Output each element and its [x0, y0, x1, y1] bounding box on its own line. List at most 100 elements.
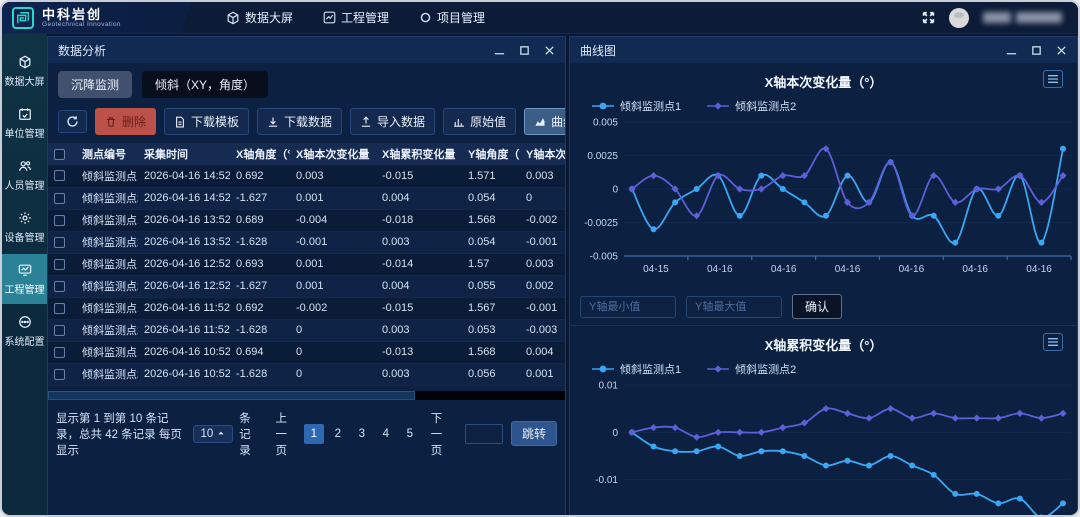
table-row[interactable]: 倾斜监测点12026-04-16 14:52:080.6920.003-0.01…: [48, 165, 565, 187]
page-button-5[interactable]: 5: [400, 424, 420, 444]
line-chart-x-accum[interactable]: 0.010-0.01-0.02: [578, 377, 1078, 517]
legend-item[interactable]: 倾斜监测点2: [707, 361, 796, 377]
chart-legend: 倾斜监测点1 倾斜监测点2: [578, 357, 1069, 377]
nav-item-2[interactable]: 项目管理: [407, 5, 497, 30]
refresh-icon: [66, 115, 79, 128]
select-all-checkbox[interactable]: [54, 149, 65, 160]
data-table: 测点编号采集时间X轴角度（°）X轴本次变化量（°）X轴累积变化量（°）Y轴角度（…: [48, 143, 565, 386]
svg-text:0.005: 0.005: [593, 118, 618, 129]
page-button-2[interactable]: 2: [328, 424, 348, 444]
page-button-3[interactable]: 3: [352, 424, 372, 444]
minimize-icon[interactable]: [1006, 45, 1017, 56]
y-max-input[interactable]: [686, 296, 782, 318]
svg-text:04-16: 04-16: [1026, 264, 1052, 275]
sidebar-item-3[interactable]: 设备管理: [2, 202, 47, 252]
svg-text:-0.0025: -0.0025: [584, 218, 618, 229]
next-page-button[interactable]: 下一页: [426, 424, 453, 444]
jump-page-input[interactable]: [465, 424, 503, 444]
bars-icon: [453, 116, 465, 128]
sidebar-item-1[interactable]: 单位管理: [2, 98, 47, 148]
calendar-icon: [18, 107, 32, 121]
row-checkbox[interactable]: [54, 193, 65, 204]
table-row[interactable]: 倾斜监测点12026-04-16 12:52:080.6930.001-0.01…: [48, 253, 565, 275]
tab-0[interactable]: 沉降监测: [58, 71, 132, 98]
svg-text:-0.005: -0.005: [590, 252, 619, 263]
table-row[interactable]: 倾斜监测点22026-04-16 10:52:08-1.62800.0030.0…: [48, 363, 565, 385]
page-button-4[interactable]: 4: [376, 424, 396, 444]
sidebar-item-4[interactable]: 工程管理: [2, 254, 47, 304]
tab-1[interactable]: 倾斜（XY，角度）: [142, 71, 268, 98]
hamburger-icon[interactable]: [1043, 333, 1063, 351]
row-checkbox[interactable]: [54, 215, 65, 226]
delete-button[interactable]: 删除: [95, 108, 156, 135]
chart-block-x-accum: X轴累积变化量（°） 倾斜监测点1倾斜监测点2 0.010-0.01-0.02: [570, 326, 1077, 517]
table-row[interactable]: 倾斜监测点22026-04-16 13:52:08-1.628-0.0010.0…: [48, 231, 565, 253]
row-checkbox[interactable]: [54, 237, 65, 248]
svg-text:04-16: 04-16: [835, 264, 861, 275]
monitor-tabs: 沉降监测倾斜（XY，角度）: [48, 63, 565, 104]
row-checkbox[interactable]: [54, 259, 65, 270]
table-row[interactable]: 倾斜监测点22026-04-16 11:52:08-1.62800.0030.0…: [48, 319, 565, 341]
line-chart-x-change[interactable]: 0.0050.00250-0.0025-0.00504-1504-1604-16…: [578, 114, 1078, 282]
analysis-panel-title: 数据分析: [58, 42, 106, 59]
cube-icon: [226, 11, 240, 25]
legend-item[interactable]: 倾斜监测点1: [592, 98, 681, 114]
curve-chart-button[interactable]: 曲线图: [524, 108, 566, 135]
row-checkbox[interactable]: [54, 347, 65, 358]
refresh-button[interactable]: [58, 110, 87, 133]
gear-icon: [18, 211, 32, 225]
row-checkbox[interactable]: [54, 281, 65, 292]
avatar[interactable]: [949, 8, 969, 28]
sidebar-item-2[interactable]: 人员管理: [2, 150, 47, 200]
hamburger-icon[interactable]: [1043, 70, 1063, 88]
row-checkbox[interactable]: [54, 369, 65, 380]
svg-text:0.0025: 0.0025: [587, 151, 618, 162]
sidebar-item-0[interactable]: 数据大屏: [2, 46, 47, 96]
table-row[interactable]: 倾斜监测点12026-04-16 11:52:080.692-0.002-0.0…: [48, 297, 565, 319]
scrollbar-thumb[interactable]: [48, 391, 415, 400]
row-checkbox[interactable]: [54, 170, 65, 181]
legend-item[interactable]: 倾斜监测点1: [592, 361, 681, 377]
maximize-icon[interactable]: [1031, 45, 1042, 56]
legend-marker: [707, 364, 729, 374]
column-header-4: X轴累积变化量（°）: [376, 143, 462, 165]
download-data-button[interactable]: 下载数据: [257, 108, 342, 135]
row-checkbox[interactable]: [54, 325, 65, 336]
topbar: 中科岩创 Geotechnical Innovation 数据大屏工程管理项目管…: [2, 2, 1078, 34]
column-header-1: 采集时间: [138, 143, 230, 165]
table-row[interactable]: 倾斜监测点12026-04-16 10:52:080.6940-0.0131.5…: [48, 341, 565, 363]
svg-text:0.01: 0.01: [599, 381, 619, 392]
chart-square-icon: [323, 11, 336, 24]
horizontal-scrollbar[interactable]: [48, 391, 565, 400]
page-button-1[interactable]: 1: [304, 424, 324, 444]
raw-value-button[interactable]: 原始值: [443, 108, 516, 135]
minimize-icon[interactable]: [494, 45, 505, 56]
legend-marker: [592, 364, 614, 374]
fullscreen-icon[interactable]: [922, 11, 935, 24]
prev-page-button[interactable]: 上一页: [271, 424, 298, 444]
table-row[interactable]: 倾斜监测点22026-04-16 12:52:08-1.6270.0010.00…: [48, 275, 565, 297]
caret-up-icon: [217, 428, 225, 440]
y-min-input[interactable]: [580, 296, 676, 318]
chart-panel-header: 曲线图: [570, 37, 1077, 63]
table-row[interactable]: 倾斜监测点22026-04-16 14:52:08-1.6270.0010.00…: [48, 187, 565, 209]
page-size-select[interactable]: 10: [193, 425, 234, 443]
close-icon[interactable]: [1056, 45, 1067, 56]
row-checkbox[interactable]: [54, 303, 65, 314]
import-data-button[interactable]: 导入数据: [350, 108, 435, 135]
table-row[interactable]: 倾斜监测点12026-04-16 13:52:080.689-0.004-0.0…: [48, 209, 565, 231]
svg-text:04-16: 04-16: [771, 264, 797, 275]
topbar-right: [922, 2, 1078, 33]
close-icon[interactable]: [544, 45, 555, 56]
svg-text:04-16: 04-16: [707, 264, 733, 275]
nav-item-1[interactable]: 工程管理: [311, 5, 401, 30]
confirm-button[interactable]: 确认: [792, 294, 842, 319]
nav-item-0[interactable]: 数据大屏: [214, 5, 305, 30]
maximize-icon[interactable]: [519, 45, 530, 56]
jump-button[interactable]: 跳转: [511, 421, 557, 446]
sidebar-item-5[interactable]: 系统配置: [2, 306, 47, 356]
file-icon: [174, 116, 186, 128]
download-template-button[interactable]: 下载模板: [164, 108, 249, 135]
legend-item[interactable]: 倾斜监测点2: [707, 98, 796, 114]
column-header-5: Y轴角度（°）: [462, 143, 520, 165]
